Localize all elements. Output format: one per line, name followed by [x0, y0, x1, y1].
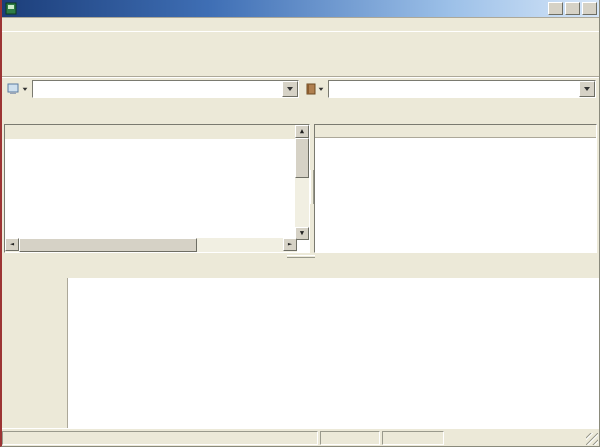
server-book-icon [305, 83, 317, 95]
resize-grip[interactable] [586, 433, 598, 445]
status-extra [382, 431, 444, 445]
chevron-down-icon [23, 87, 28, 93]
titlebar[interactable] [2, 0, 599, 17]
horizontal-splitter[interactable] [2, 253, 599, 260]
server-menu-button[interactable] [303, 82, 326, 96]
app-window: ▲ ▼ ◄ ► [0, 0, 600, 447]
maximize-button[interactable] [565, 2, 580, 15]
editor-toolbar [2, 260, 599, 278]
chevron-down-icon [584, 87, 590, 94]
local-file-panel: ▲ ▼ ◄ ► [4, 124, 310, 253]
status-local-count [320, 431, 380, 445]
local-view-menu-button[interactable] [5, 82, 30, 96]
chevron-down-icon [287, 87, 293, 94]
file-list-header [5, 125, 309, 139]
scroll-thumb[interactable] [295, 138, 309, 178]
status-bar [2, 428, 599, 447]
scroll-right-button[interactable]: ► [283, 238, 297, 251]
chevron-down-icon [318, 87, 323, 93]
scroll-left-button[interactable]: ◄ [5, 238, 19, 251]
editor-side-tabs [2, 278, 68, 428]
app-icon [5, 2, 18, 15]
minimize-button[interactable] [548, 2, 563, 15]
remote-file-panel [314, 124, 597, 253]
server-select-combo[interactable] [328, 80, 597, 98]
server-select-dropdown-button[interactable] [579, 81, 595, 97]
splitter-grip [287, 255, 315, 258]
file-list [5, 139, 309, 240]
remote-file-list[interactable] [315, 138, 596, 252]
code-editor[interactable] [68, 278, 599, 428]
window-controls [548, 2, 597, 15]
close-button[interactable] [582, 2, 597, 15]
remote-list-header [315, 125, 596, 138]
editor-area [2, 278, 599, 428]
splitter-grip [310, 170, 314, 204]
vertical-scrollbar[interactable]: ▲ ▼ [295, 125, 309, 240]
panel-splitter[interactable] [310, 124, 314, 253]
main-toolbar [2, 32, 599, 78]
server-address [303, 80, 597, 98]
scroll-up-button[interactable]: ▲ [295, 125, 309, 138]
address-row [2, 78, 599, 100]
status-help-text [2, 431, 318, 445]
local-path-combo[interactable] [32, 80, 299, 98]
file-panels: ▲ ▼ ◄ ► [2, 122, 599, 253]
file-ops-row [2, 100, 599, 122]
local-path-dropdown-button[interactable] [282, 81, 298, 97]
menubar [2, 17, 599, 32]
computer-icon [7, 83, 21, 95]
scroll-down-button[interactable]: ▼ [295, 227, 309, 240]
scroll-thumb[interactable] [19, 238, 197, 252]
local-address [5, 80, 299, 98]
horizontal-scrollbar[interactable]: ◄ ► [5, 238, 297, 252]
